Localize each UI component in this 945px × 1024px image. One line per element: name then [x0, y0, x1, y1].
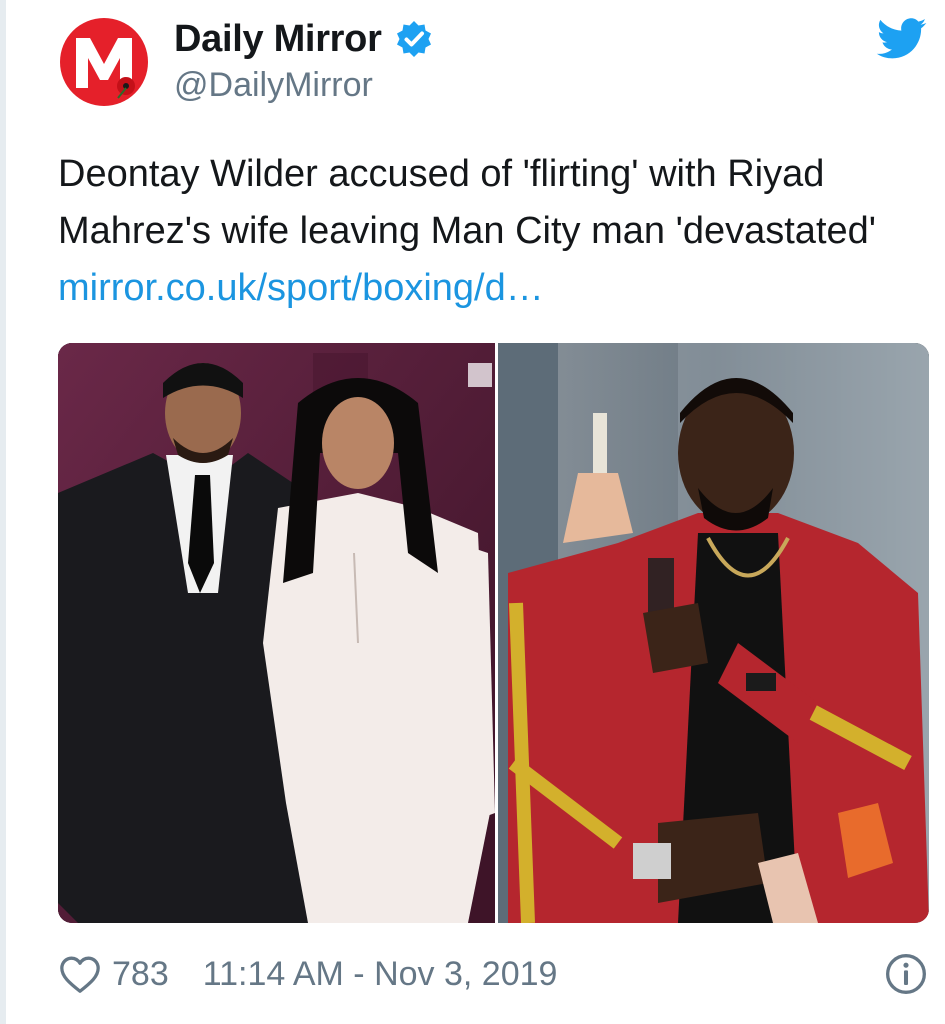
avatar[interactable]	[56, 14, 152, 110]
heart-icon[interactable]	[58, 954, 102, 994]
tweet-body: Deontay Wilder accused of 'flirting' wit…	[58, 153, 877, 252]
info-icon[interactable]	[884, 952, 928, 996]
tweet-timestamp[interactable]: 11:14 AM - Nov 3, 2019	[203, 955, 558, 994]
photo-right	[498, 343, 929, 923]
like-count[interactable]: 783	[112, 955, 169, 994]
article-link[interactable]: mirror.co.uk/sport/boxing/d…	[58, 267, 544, 309]
card-edge	[0, 0, 6, 1024]
tweet-card: Daily Mirror @DailyMirror Deontay Wilder…	[0, 0, 945, 1024]
display-name-row[interactable]: Daily Mirror	[174, 14, 434, 64]
photo-collage	[58, 343, 929, 923]
tweet-text: Deontay Wilder accused of 'flirting' wit…	[58, 146, 918, 317]
daily-mirror-logo-icon	[56, 14, 152, 110]
twitter-bird-icon[interactable]	[876, 18, 928, 60]
display-name[interactable]: Daily Mirror	[174, 18, 382, 61]
photo-left	[58, 343, 495, 923]
verified-badge-icon	[396, 21, 431, 57]
account-handle[interactable]: @DailyMirror	[174, 66, 373, 105]
tweet-footer: 783 11:14 AM - Nov 3, 2019	[58, 948, 557, 1000]
tweet-media[interactable]	[58, 343, 929, 923]
